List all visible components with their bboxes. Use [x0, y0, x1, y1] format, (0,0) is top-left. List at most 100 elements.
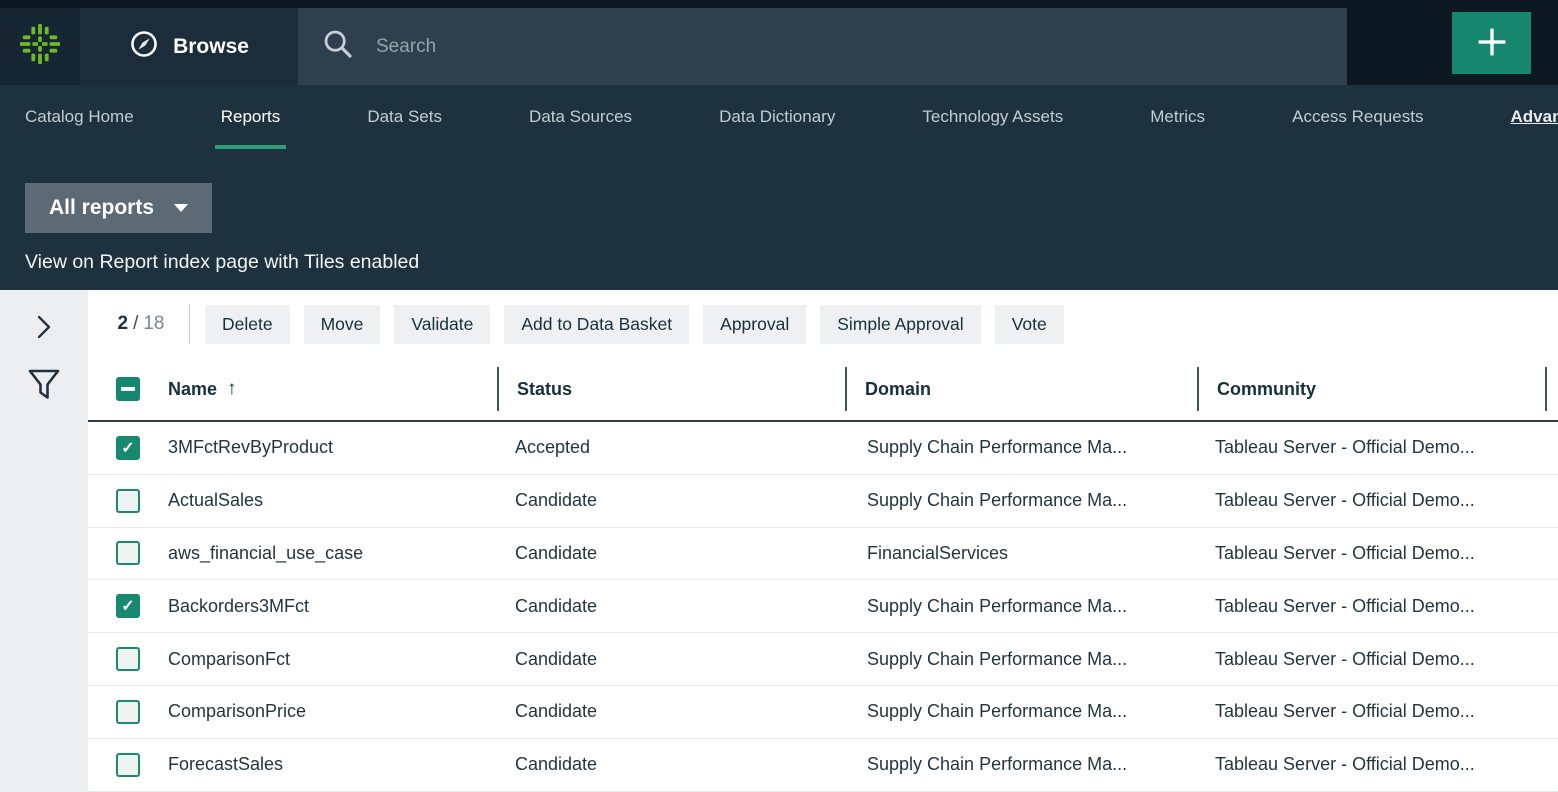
report-domain: FinancialServices	[845, 543, 1197, 564]
tab-metrics[interactable]: Metrics	[1150, 85, 1205, 149]
report-community: Tableau Server - Official Demo...	[1197, 543, 1545, 564]
view-header: All reports View on Report index page wi…	[0, 149, 1558, 290]
row-checkbox[interactable]	[116, 753, 140, 777]
row-checkbox[interactable]	[116, 541, 140, 565]
report-community: Tableau Server - Official Demo...	[1197, 437, 1545, 458]
view-selector-dropdown[interactable]: All reports	[25, 183, 212, 233]
table-row[interactable]: Backorders3MFct Candidate Supply Chain P…	[88, 580, 1558, 633]
report-domain: Supply Chain Performance Ma...	[845, 649, 1197, 670]
search-bar[interactable]	[298, 8, 1347, 85]
selected-count: 2	[118, 313, 129, 334]
simple-approval-button[interactable]: Simple Approval	[820, 305, 980, 344]
column-label-community: Community	[1199, 379, 1316, 400]
report-domain: Supply Chain Performance Ma...	[845, 437, 1197, 458]
row-checkbox[interactable]	[116, 436, 140, 460]
left-rail	[0, 290, 88, 792]
toolbar-buttons: Delete Move Validate Add to Data Basket Appr…	[205, 305, 1078, 344]
tab-reports[interactable]: Reports	[221, 85, 281, 149]
filter-button[interactable]	[26, 368, 62, 402]
search-icon	[322, 28, 354, 65]
report-domain: Supply Chain Performance Ma...	[845, 701, 1197, 722]
expand-sidebar-button[interactable]	[33, 312, 55, 342]
column-divider	[1545, 367, 1547, 411]
report-name-link[interactable]: ComparisonPrice	[168, 701, 306, 722]
row-checkbox[interactable]	[116, 594, 140, 618]
browse-label: Browse	[173, 35, 249, 59]
add-asset-button[interactable]	[1452, 12, 1531, 74]
column-header-extra	[1545, 358, 1558, 420]
table-row[interactable]: ComparisonPrice Candidate Supply Chain P…	[88, 686, 1558, 739]
column-header-status[interactable]: Status	[497, 358, 845, 420]
table-body: 3MFctRevByProduct Accepted Supply Chain …	[88, 422, 1558, 792]
column-label-domain: Domain	[847, 379, 931, 400]
report-name-link[interactable]: ComparisonFct	[168, 649, 290, 670]
move-button[interactable]: Move	[304, 305, 381, 344]
report-status: Candidate	[497, 490, 845, 511]
total-count: 18	[143, 313, 164, 334]
report-status: Candidate	[497, 596, 845, 617]
report-community: Tableau Server - Official Demo...	[1197, 754, 1545, 775]
report-name-link[interactable]: ActualSales	[168, 490, 263, 511]
vote-button[interactable]: Vote	[995, 305, 1064, 344]
row-checkbox[interactable]	[116, 700, 140, 724]
plus-icon	[1473, 23, 1511, 64]
view-selector-label: All reports	[49, 196, 154, 220]
app-logo[interactable]	[0, 8, 80, 85]
table-row[interactable]: ForecastSales Candidate Supply Chain Per…	[88, 739, 1558, 792]
collibra-logo-icon	[17, 21, 63, 72]
report-status: Candidate	[497, 543, 845, 564]
tab-data-dictionary[interactable]: Data Dictionary	[719, 85, 835, 149]
table-header: Name ↑ Status Domain Community	[88, 358, 1558, 422]
report-community: Tableau Server - Official Demo...	[1197, 649, 1545, 670]
table-row[interactable]: ActualSales Candidate Supply Chain Perfo…	[88, 475, 1558, 528]
report-name-link[interactable]: aws_financial_use_case	[168, 543, 363, 564]
main-area: 2/18 Delete Move Validate Add to Data Baske…	[0, 290, 1558, 792]
app-window: Browse Catalog Home Reports Data Sets Data …	[0, 0, 1558, 792]
validate-button[interactable]: Validate	[394, 305, 490, 344]
table-row[interactable]: aws_financial_use_case Candidate Financi…	[88, 528, 1558, 581]
select-all-checkbox[interactable]	[116, 377, 140, 401]
funnel-icon	[26, 390, 62, 405]
approval-button[interactable]: Approval	[703, 305, 806, 344]
count-separator: /	[128, 313, 143, 334]
content-panel: 2/18 Delete Move Validate Add to Data Baske…	[88, 290, 1558, 792]
tab-advanc[interactable]: Advanc	[1511, 85, 1558, 149]
chevron-right-icon	[33, 330, 55, 345]
tab-access-requests[interactable]: Access Requests	[1292, 85, 1423, 149]
add-to-data-basket-button[interactable]: Add to Data Basket	[504, 305, 689, 344]
report-status: Accepted	[497, 437, 845, 458]
report-domain: Supply Chain Performance Ma...	[845, 754, 1197, 775]
view-caption: View on Report index page with Tiles ena…	[25, 251, 1558, 274]
tab-data-sources[interactable]: Data Sources	[529, 85, 632, 149]
tab-technology-assets[interactable]: Technology Assets	[922, 85, 1063, 149]
column-header-domain[interactable]: Domain	[845, 358, 1197, 420]
browse-button[interactable]: Browse	[80, 8, 298, 85]
search-input[interactable]	[376, 36, 1276, 58]
report-status: Candidate	[497, 754, 845, 775]
table-row[interactable]: ComparisonFct Candidate Supply Chain Per…	[88, 633, 1558, 686]
report-name-link[interactable]: Backorders3MFct	[168, 596, 309, 617]
report-community: Tableau Server - Official Demo...	[1197, 596, 1545, 617]
report-status: Candidate	[497, 701, 845, 722]
primary-nav: Catalog Home Reports Data Sets Data Sources…	[0, 85, 1558, 149]
arrow-up-icon: ↑	[227, 378, 237, 400]
toolbar-divider	[189, 304, 190, 344]
report-domain: Supply Chain Performance Ma...	[845, 596, 1197, 617]
delete-button[interactable]: Delete	[205, 305, 290, 344]
selection-count: 2/18	[108, 313, 174, 335]
tab-catalog-home[interactable]: Catalog Home	[25, 85, 134, 149]
report-community: Tableau Server - Official Demo...	[1197, 701, 1545, 722]
report-community: Tableau Server - Official Demo...	[1197, 490, 1545, 511]
tab-data-sets[interactable]: Data Sets	[367, 85, 442, 149]
report-name-link[interactable]: ForecastSales	[168, 754, 283, 775]
compass-icon	[129, 29, 159, 64]
row-checkbox[interactable]	[116, 489, 140, 513]
column-label-name: Name	[168, 379, 217, 400]
report-name-link[interactable]: 3MFctRevByProduct	[168, 437, 333, 458]
table-row[interactable]: 3MFctRevByProduct Accepted Supply Chain …	[88, 422, 1558, 475]
column-header-community[interactable]: Community	[1197, 358, 1545, 420]
caret-down-icon	[174, 204, 188, 212]
column-header-name[interactable]: Name ↑	[88, 358, 497, 420]
report-domain: Supply Chain Performance Ma...	[845, 490, 1197, 511]
row-checkbox[interactable]	[116, 647, 140, 671]
